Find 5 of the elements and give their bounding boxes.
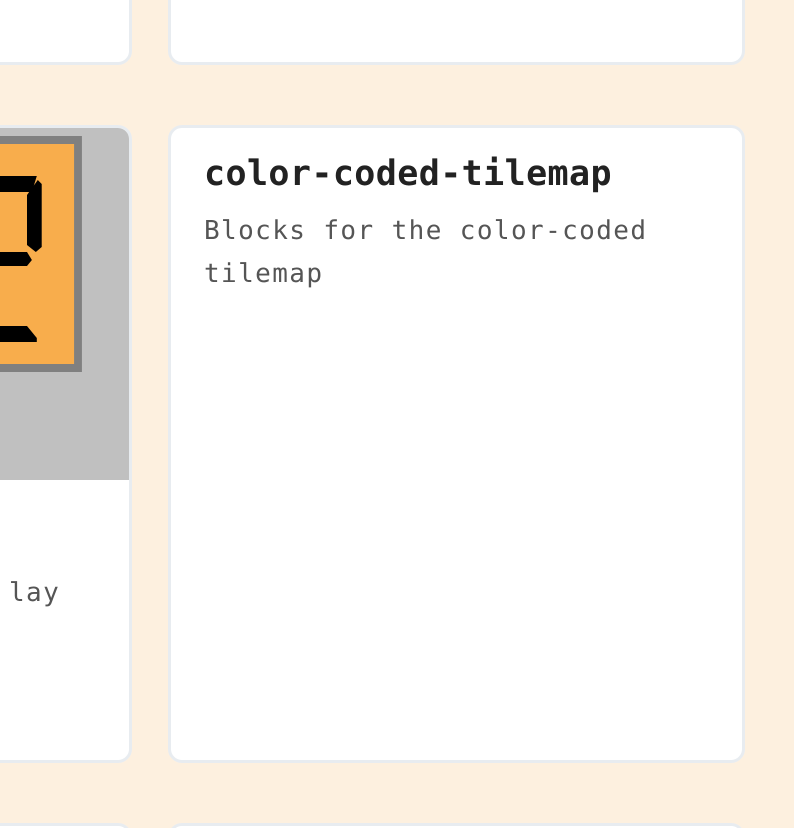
card-background[interactable]: color-coded-tilemap Blocks for the color-coded tilemap: [168, 125, 745, 763]
card-description: Blocks for the color-coded tilemap: [204, 215, 648, 291]
card-background[interactable]: lay: [0, 125, 132, 763]
card-title: color-coded-tilemap: [204, 154, 613, 194]
card-description: lay: [9, 577, 62, 610]
